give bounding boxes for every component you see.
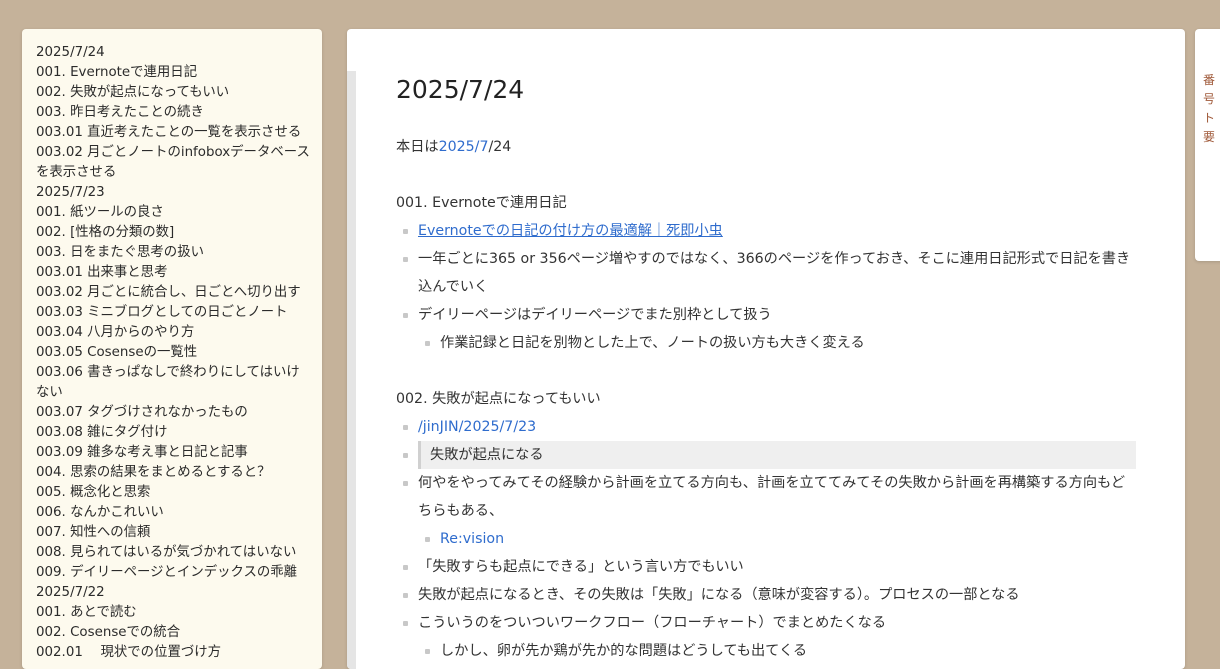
page-content[interactable]: 本日は2025/7/24 001. Evernoteで連用日記 Evernote… bbox=[396, 133, 1136, 665]
list-item[interactable]: 「失敗すらも起点にできる」という言い方でもいい bbox=[396, 553, 1136, 581]
right-card-text: 番号ト要 bbox=[1203, 73, 1216, 144]
list-item[interactable]: デイリーページはデイリーページでまた別枠として扱う bbox=[396, 301, 1136, 329]
list-item[interactable]: 失敗が起点になるとき、その失敗は「失敗」になる（意味が変容する）。プロセスの一部… bbox=[396, 581, 1136, 609]
toc-item[interactable]: 005. 概念化と思索 bbox=[36, 483, 322, 503]
toc-item[interactable]: 004. 思索の結果をまとめるとすると？ bbox=[36, 463, 322, 483]
bullet-icon bbox=[425, 537, 430, 542]
bullet-icon bbox=[403, 593, 408, 598]
toc-item[interactable]: 001. Evernoteで連用日記 bbox=[36, 63, 322, 83]
toc-item[interactable]: 003.07 タグづけされなかったもの bbox=[36, 403, 322, 423]
quote-block: 失敗が起点になる bbox=[418, 441, 1136, 469]
toc-item[interactable]: 003.05 Cosenseの一覧性 bbox=[36, 343, 322, 363]
toc-item[interactable]: 002. [性格の分類の数] bbox=[36, 223, 322, 243]
blank-line[interactable] bbox=[396, 161, 1136, 189]
toc-item[interactable]: 003.06 書きっぱなしで終わりにしてはいけない bbox=[36, 363, 322, 403]
toc-item[interactable]: 001. あとで読む bbox=[36, 603, 322, 623]
page-link[interactable]: Re:vision bbox=[440, 531, 504, 547]
list-item[interactable]: 何やをやってみてその経験から計画を立てる方向も、計画を立ててみてその失敗から計画… bbox=[396, 469, 1136, 525]
toc-list: 2025/7/24 001. Evernoteで連用日記 002. 失敗が起点になっ… bbox=[36, 43, 322, 663]
list-item[interactable]: 失敗が起点になる bbox=[396, 441, 1136, 469]
list-item[interactable]: Evernoteでの日記の付け方の最適解｜死即小虫 bbox=[396, 217, 1136, 245]
bullet-icon bbox=[403, 229, 408, 234]
toc-item[interactable]: 001. 紙ツールの良さ bbox=[36, 203, 322, 223]
bullet-icon bbox=[403, 621, 408, 626]
toc-item[interactable]: 003.01 出来事と思考 bbox=[36, 263, 322, 283]
toc-panel: 2025/7/24 001. Evernoteで連用日記 002. 失敗が起点になっ… bbox=[22, 29, 322, 669]
toc-item[interactable]: 003.08 雑にタグ付け bbox=[36, 423, 322, 443]
right-card: 番号ト要 bbox=[1195, 29, 1220, 261]
toc-item[interactable]: 002. Cosenseでの統合 bbox=[36, 623, 322, 643]
bullet-icon bbox=[403, 481, 408, 486]
bullet-icon bbox=[403, 565, 408, 570]
blank-line[interactable] bbox=[396, 357, 1136, 385]
list-item[interactable]: こういうのをついついワークフロー（フローチャート）でまとめたくなる bbox=[396, 609, 1136, 637]
toc-item[interactable]: 006. なんかこれいい bbox=[36, 503, 322, 523]
editor-gutter bbox=[347, 71, 356, 669]
bullet-icon bbox=[403, 453, 408, 458]
page-link[interactable]: /jinJIN/2025/7/23 bbox=[418, 419, 536, 435]
toc-item[interactable]: 003.04 八月からのやり方 bbox=[36, 323, 322, 343]
page-title: 2025/7/24 bbox=[396, 75, 525, 104]
toc-item[interactable]: 003.01 直近考えたことの一覧を表示させる bbox=[36, 123, 322, 143]
list-item[interactable]: 一年ごとに365 or 356ページ増やすのではなく、366のページを作っておき… bbox=[396, 245, 1136, 301]
intro-line[interactable]: 本日は2025/7/24 bbox=[396, 133, 1136, 161]
list-item[interactable]: しかし、卵が先か鶏が先か的な問題はどうしても出てくる bbox=[396, 637, 1136, 665]
toc-item[interactable]: 003.09 雑多な考え事と日記と記事 bbox=[36, 443, 322, 463]
bullet-icon bbox=[403, 425, 408, 430]
toc-item[interactable]: 003.02 月ごとノートのinfoboxデータベースを表示させる bbox=[36, 143, 322, 183]
toc-item[interactable]: 2025/7/23 bbox=[36, 183, 322, 203]
toc-item[interactable]: 009. デイリーページとインデックスの乖離 bbox=[36, 563, 322, 583]
toc-item[interactable]: 002.01 現状での位置づけ方 bbox=[36, 643, 322, 663]
toc-item[interactable]: 008. 見られてはいるが気づかれてはいない bbox=[36, 543, 322, 563]
list-item[interactable]: /jinJIN/2025/7/23 bbox=[396, 413, 1136, 441]
list-item[interactable]: Re:vision bbox=[396, 525, 1136, 553]
bullet-icon bbox=[425, 649, 430, 654]
bullet-icon bbox=[403, 257, 408, 262]
external-link[interactable]: Evernoteでの日記の付け方の最適解｜死即小虫 bbox=[418, 223, 723, 239]
toc-item[interactable]: 003.02 月ごとに統合し、日ごとへ切り出す bbox=[36, 283, 322, 303]
toc-item[interactable]: 002. 失敗が起点になってもいい bbox=[36, 83, 322, 103]
toc-item[interactable]: 2025/7/24 bbox=[36, 43, 322, 63]
section-heading-002[interactable]: 002. 失敗が起点になってもいい bbox=[396, 385, 1136, 413]
month-link[interactable]: 2025/7 bbox=[439, 139, 489, 155]
page-card: 2025/7/24 本日は2025/7/24 001. Evernoteで連用日… bbox=[347, 29, 1185, 669]
bullet-icon bbox=[403, 313, 408, 318]
toc-item[interactable]: 007. 知性への信頼 bbox=[36, 523, 322, 543]
toc-item[interactable]: 2025/7/22 bbox=[36, 583, 322, 603]
bullet-icon bbox=[425, 341, 430, 346]
list-item[interactable]: 作業記録と日記を別物とした上で、ノートの扱い方も大きく変える bbox=[396, 329, 1136, 357]
toc-item[interactable]: 003. 昨日考えたことの続き bbox=[36, 103, 322, 123]
toc-item[interactable]: 003. 日をまたぐ思考の扱い bbox=[36, 243, 322, 263]
toc-item[interactable]: 003.03 ミニブログとしての日ごとノート bbox=[36, 303, 322, 323]
section-heading-001[interactable]: 001. Evernoteで連用日記 bbox=[396, 189, 1136, 217]
